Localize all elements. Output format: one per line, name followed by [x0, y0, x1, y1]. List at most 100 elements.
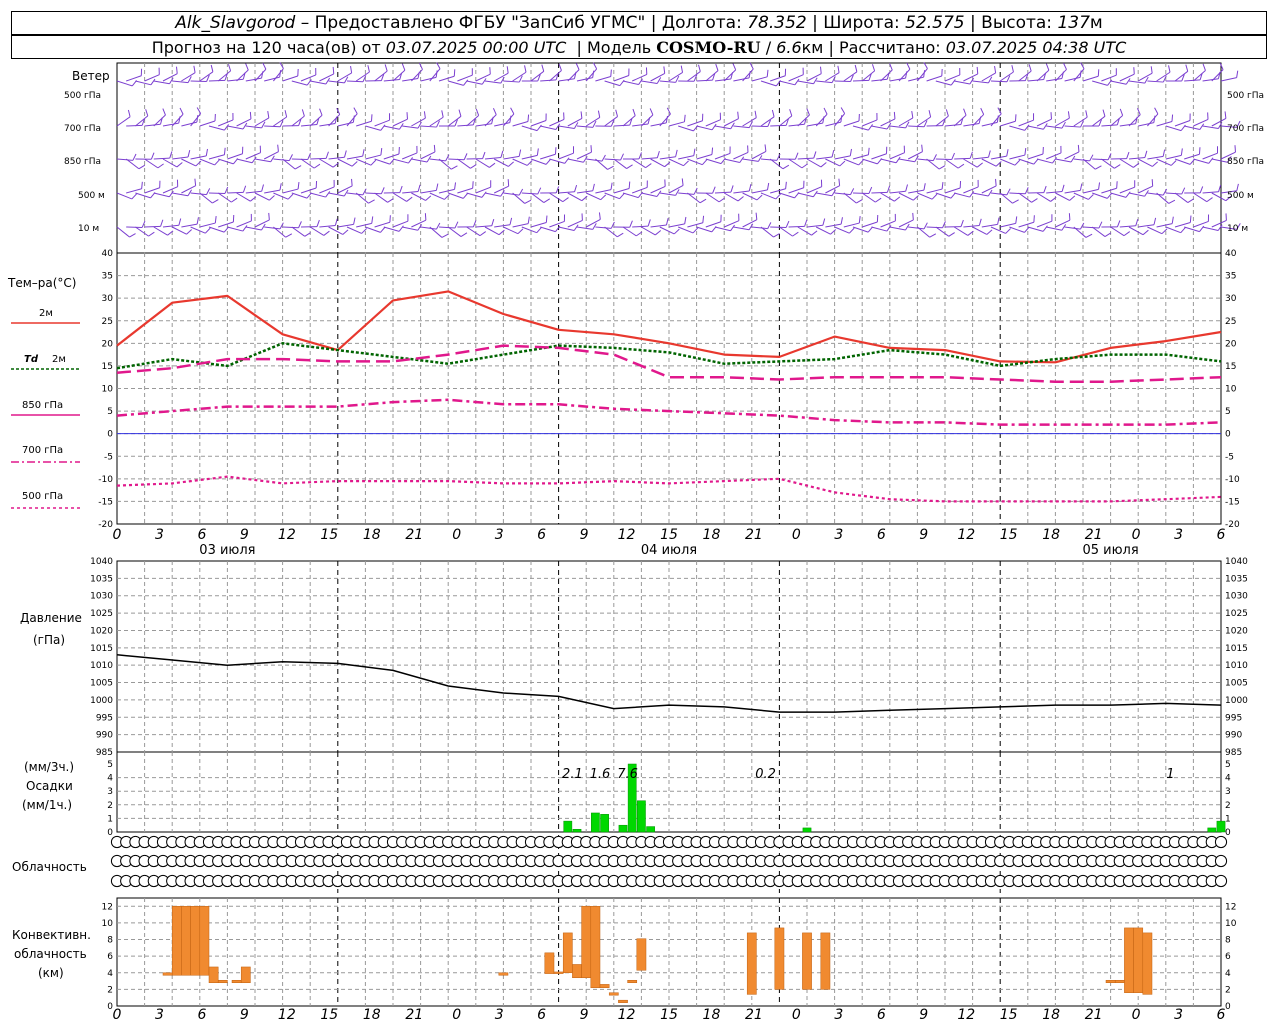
wind-barb-flag [675, 189, 680, 196]
wind-barb-flag [945, 109, 949, 117]
wind-barb [788, 225, 805, 228]
wind-barb-flag [785, 220, 790, 228]
wind-barb-flag [923, 222, 928, 230]
wind-barb-flag [986, 229, 993, 235]
wind-barb-flag [131, 193, 138, 200]
wind-barb [1119, 158, 1134, 168]
wind-barb-flag [1199, 186, 1204, 194]
wind-barb [319, 73, 334, 82]
wind-barb [816, 80, 833, 84]
wind-barb [714, 226, 731, 232]
wind-barb-flag [176, 66, 178, 74]
wind-barb-flag [628, 181, 631, 189]
wind-barb [356, 120, 372, 127]
wind-barb [116, 192, 133, 200]
wind-barb-flag [858, 159, 864, 166]
wind-barb [760, 158, 777, 161]
wind-barb [668, 72, 683, 82]
wind-barb [963, 158, 978, 168]
wind-barb [1184, 79, 1201, 82]
wind-barb [309, 226, 325, 236]
wind-barb [420, 189, 437, 194]
pressure-unit-label: (гПа) [33, 633, 65, 647]
wind-barb [880, 118, 896, 127]
wind-barb [1000, 120, 1016, 127]
wind-barb [678, 192, 695, 195]
wind-barb-flag [681, 178, 684, 186]
wind-barb [273, 116, 287, 127]
wind-barb-flag [268, 212, 270, 220]
wind-barb [254, 68, 267, 82]
wind-barb [1046, 77, 1063, 82]
prec-ytick-right: 4 [1225, 774, 1231, 784]
pres-ytick-left: 1000 [90, 696, 113, 706]
wind-barb-flag [380, 148, 383, 156]
wind-barb [770, 75, 786, 82]
wind-barb-flag [1144, 150, 1148, 158]
wind-barb [521, 226, 537, 234]
wind-barb-flag [536, 148, 539, 156]
wind-barb [493, 158, 509, 167]
wind-barb-flag [607, 165, 614, 170]
wind-barb-flag [656, 77, 662, 84]
wind-barb [944, 124, 961, 127]
wind-barb [429, 226, 443, 238]
wind-barb-flag [351, 178, 353, 186]
wind-barb-flag [1206, 197, 1213, 203]
wind-barb-flag [683, 114, 686, 122]
wind-500m-label-right: 500 м [1227, 191, 1254, 201]
wind-barb-flag [730, 185, 734, 193]
wind-barb [760, 116, 775, 127]
wind-barb [1202, 125, 1219, 129]
wind-barb-flag [1154, 107, 1159, 115]
wind-barb [374, 70, 388, 82]
wind-barb [475, 158, 490, 168]
wind-barb-flag [757, 155, 763, 162]
wind-barb-flag [929, 233, 937, 238]
precip-bar [1207, 827, 1217, 833]
wind-barb-flag [176, 162, 183, 168]
wind-barb [438, 226, 455, 229]
legend-850-label: 850 гПа [22, 400, 63, 411]
wind-barb-flag [938, 165, 946, 170]
wind-barb [871, 78, 888, 82]
wind-barb [622, 80, 639, 86]
wind-barb-flag [754, 110, 757, 118]
wind-barb [337, 72, 352, 82]
wind-barb-flag [701, 159, 708, 165]
wind-barb-flag [840, 217, 843, 225]
wind-barb [586, 158, 603, 162]
wind-barb [1073, 226, 1087, 238]
wind-barb-flag [839, 160, 846, 167]
wind-barb [300, 124, 317, 127]
wind-barb-flag [871, 64, 876, 72]
wind-barb [172, 156, 189, 160]
wind-500m-label: 500 м [78, 191, 105, 201]
wind-barb [402, 152, 418, 160]
wind-barb [493, 72, 509, 82]
wind-barb [420, 125, 437, 128]
pres-ytick-left: 1030 [90, 592, 113, 602]
wind-barb [1082, 226, 1099, 229]
wind-barb-flag [1187, 198, 1195, 203]
wind-barb [1091, 115, 1106, 127]
wind-barb [429, 68, 441, 82]
wind-barb-flag [782, 164, 790, 170]
wind-barb [742, 219, 758, 228]
wind-barb-flag [285, 233, 293, 238]
wind-barb-flag [931, 193, 938, 200]
conv-label-2: облачность [14, 947, 87, 961]
wind-barb [530, 222, 547, 228]
wind-barb-flag [245, 63, 249, 71]
wind-barb [576, 151, 592, 160]
wind-barb [402, 125, 419, 129]
wind-barb-flag [610, 69, 612, 77]
wind-barb [1138, 122, 1154, 127]
wind-barb [457, 124, 474, 127]
wind-barb-flag [508, 161, 514, 167]
wind-barb [135, 226, 149, 237]
wind-barb-flag [1217, 224, 1223, 231]
wind-barb [1018, 70, 1032, 82]
wind-barb [788, 74, 804, 82]
wind-barb [935, 115, 949, 127]
